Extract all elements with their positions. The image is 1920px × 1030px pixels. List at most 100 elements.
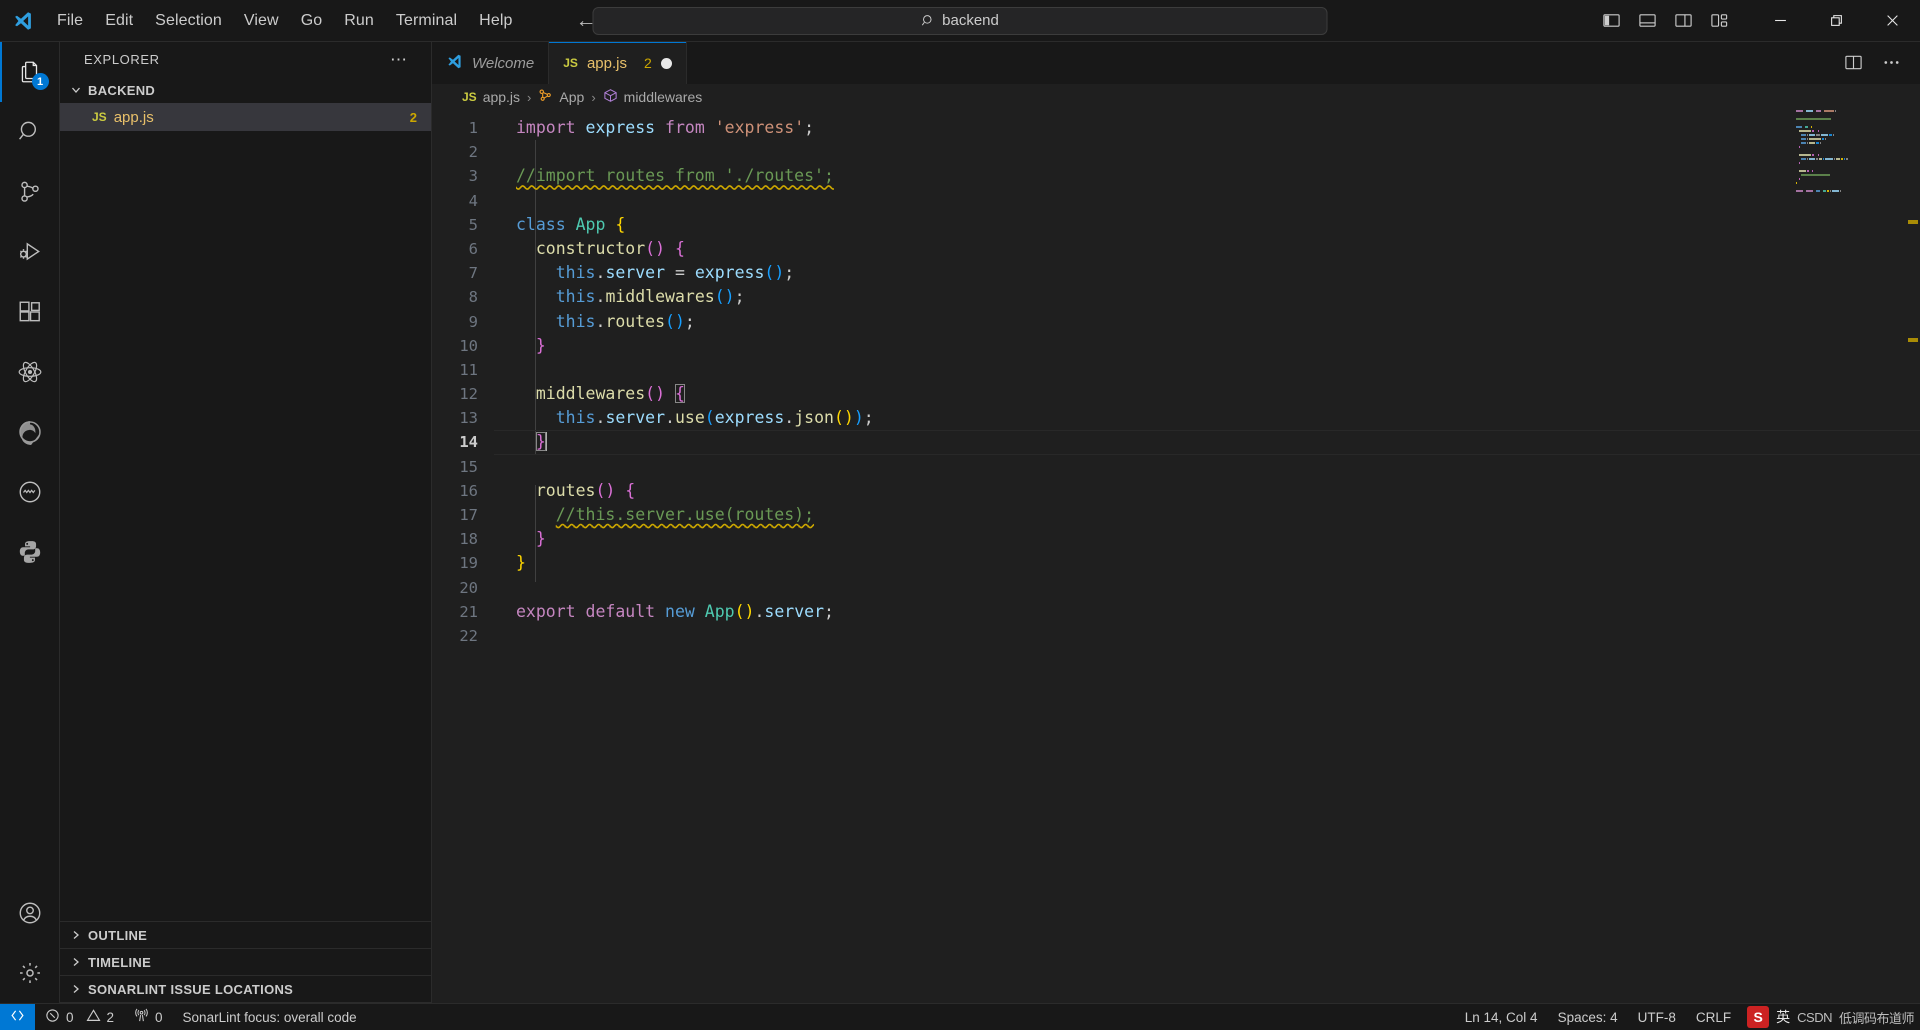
status-remote-indicator[interactable] bbox=[0, 1003, 35, 1030]
menu-edit[interactable]: Edit bbox=[94, 0, 144, 41]
menu-go[interactable]: Go bbox=[290, 0, 334, 41]
status-eol[interactable]: CRLF bbox=[1686, 1004, 1741, 1030]
folder-name: BACKEND bbox=[88, 82, 156, 98]
code-line[interactable] bbox=[494, 358, 1920, 382]
file-tree-item-app-js[interactable]: JS app.js 2 bbox=[60, 103, 431, 131]
more-actions-icon[interactable] bbox=[1882, 53, 1902, 73]
status-bar-right: Ln 14, Col 4 Spaces: 4 UTF-8 CRLF S 英 CS… bbox=[1455, 1004, 1920, 1030]
code-token: = bbox=[665, 263, 695, 283]
ime-badge-icon[interactable]: S bbox=[1747, 1006, 1770, 1028]
code-line[interactable]: import express from 'express'; bbox=[494, 116, 1920, 140]
code-line[interactable] bbox=[494, 455, 1920, 479]
menu-view[interactable]: View bbox=[233, 0, 290, 41]
code-token: } bbox=[516, 553, 526, 573]
code-line[interactable] bbox=[494, 576, 1920, 600]
code-line[interactable]: //import routes from './routes'; bbox=[494, 164, 1920, 188]
code-line[interactable]: //this.server.use(routes); bbox=[494, 503, 1920, 527]
activitybar-item-explorer[interactable]: 1 bbox=[0, 42, 60, 102]
code-line[interactable]: this.server.use(express.json()); bbox=[494, 406, 1920, 430]
breadcrumb-item-class[interactable]: App bbox=[538, 88, 584, 106]
code-line[interactable] bbox=[494, 624, 1920, 648]
code-line[interactable]: constructor() { bbox=[494, 237, 1920, 261]
activitybar-item-python[interactable] bbox=[0, 522, 60, 582]
status-ports[interactable]: 0 bbox=[124, 1004, 173, 1030]
status-indentation[interactable]: Spaces: 4 bbox=[1548, 1004, 1628, 1030]
sidebar-panel-sonarlint-issue-locations[interactable]: SONARLINT ISSUE LOCATIONS bbox=[60, 976, 431, 1003]
code-token: //this.server.use(routes); bbox=[555, 505, 815, 524]
code-editor[interactable]: 1 2 3 4 5 6 7 8 9 10 11 12 13 14 15 16 17 18 19 20 21 22 impo… bbox=[432, 110, 1920, 1003]
activitybar-item-accounts[interactable] bbox=[0, 883, 60, 943]
sidebar-bottom-panels: OUTLINE TIMELINE SONARLINT ISSUE LOCATIO… bbox=[60, 921, 431, 1003]
menu-run[interactable]: Run bbox=[333, 0, 385, 41]
window-right-controls bbox=[1602, 0, 1920, 41]
code-line[interactable] bbox=[494, 189, 1920, 213]
activitybar-item-search[interactable] bbox=[0, 102, 60, 162]
ime-extra: 低调码布道师 bbox=[1838, 1010, 1915, 1026]
folder-section-header[interactable]: BACKEND bbox=[60, 77, 431, 103]
close-icon[interactable] bbox=[1864, 0, 1920, 42]
code-line[interactable]: } bbox=[494, 527, 1920, 551]
breadcrumb-item-file[interactable]: JS app.js bbox=[462, 89, 520, 105]
code-line[interactable]: } bbox=[494, 430, 1920, 454]
ime-mode[interactable]: 英 bbox=[1776, 1007, 1790, 1027]
sidebar-panel-outline[interactable]: OUTLINE bbox=[60, 922, 431, 949]
activitybar-item-manage[interactable] bbox=[0, 943, 60, 1003]
ime-tools[interactable]: CSDN bbox=[1797, 1010, 1832, 1025]
activitybar-item-edge-tools[interactable] bbox=[0, 402, 60, 462]
menu-help[interactable]: Help bbox=[468, 0, 523, 41]
ellipsis-icon[interactable]: ⋯ bbox=[390, 50, 422, 70]
toggle-secondary-sidebar-icon[interactable] bbox=[1674, 11, 1694, 31]
code-line[interactable]: middlewares() { bbox=[494, 382, 1920, 406]
status-message[interactable]: SonarLint focus: overall code bbox=[173, 1004, 367, 1030]
line-number: 12 bbox=[459, 385, 478, 404]
toggle-panel-icon[interactable] bbox=[1638, 11, 1658, 31]
code-line[interactable]: this.server = express(); bbox=[494, 261, 1920, 285]
command-center-search[interactable]: backend bbox=[592, 6, 1328, 35]
code-token: () bbox=[645, 384, 666, 404]
code-line[interactable]: routes() { bbox=[494, 479, 1920, 503]
status-cursor-position[interactable]: Ln 14, Col 4 bbox=[1455, 1004, 1548, 1030]
code-line[interactable]: export default new App().server; bbox=[494, 600, 1920, 624]
code-token: ; bbox=[784, 263, 795, 283]
activitybar-item-run-and-debug[interactable] bbox=[0, 222, 60, 282]
split-editor-icon[interactable] bbox=[1844, 53, 1864, 73]
sidebar-panel-timeline[interactable]: TIMELINE bbox=[60, 949, 431, 976]
tab-dirty-indicator[interactable] bbox=[660, 57, 672, 69]
code-token: express bbox=[714, 408, 785, 428]
activitybar-item-sonarlint[interactable] bbox=[0, 462, 60, 522]
code-token: App bbox=[575, 214, 606, 234]
search-icon bbox=[921, 14, 935, 28]
code-line[interactable]: this.middlewares(); bbox=[494, 285, 1920, 309]
minimize-icon[interactable] bbox=[1752, 0, 1808, 42]
menu-selection[interactable]: Selection bbox=[144, 0, 233, 41]
activitybar-item-extensions[interactable] bbox=[0, 282, 60, 342]
status-encoding[interactable]: UTF-8 bbox=[1628, 1004, 1686, 1030]
code-line[interactable]: class App { bbox=[494, 213, 1920, 237]
code-line[interactable]: } bbox=[494, 334, 1920, 358]
activitybar-item-source-control[interactable] bbox=[0, 162, 60, 222]
code-line[interactable]: this.routes(); bbox=[494, 310, 1920, 334]
chevron-right-icon bbox=[68, 927, 84, 943]
tab-welcome[interactable]: Welcome bbox=[432, 42, 550, 84]
menu-file[interactable]: File bbox=[46, 0, 94, 41]
line-number: 18 bbox=[459, 530, 478, 549]
line-number: 16 bbox=[459, 481, 478, 500]
status-problems[interactable]: 0 2 bbox=[35, 1004, 124, 1030]
code-content[interactable]: import express from 'express'; //import … bbox=[494, 110, 1920, 1003]
toggle-primary-sidebar-icon[interactable] bbox=[1602, 11, 1622, 31]
code-token: ) bbox=[853, 408, 864, 428]
menu-terminal[interactable]: Terminal bbox=[385, 0, 468, 41]
code-token: () bbox=[665, 311, 685, 331]
code-token: routes bbox=[535, 480, 596, 500]
restore-icon[interactable] bbox=[1808, 0, 1864, 42]
tab-app-js[interactable]: JS app.js 2 bbox=[549, 42, 687, 84]
activitybar-item-react-devtools[interactable] bbox=[0, 342, 60, 402]
breadcrumb-item-method[interactable]: middlewares bbox=[603, 88, 702, 106]
chevron-right-icon bbox=[68, 954, 84, 970]
code-line[interactable] bbox=[494, 140, 1920, 164]
customize-layout-icon[interactable] bbox=[1710, 11, 1730, 31]
editor-scrollbar[interactable] bbox=[1906, 110, 1920, 1003]
code-line[interactable]: } bbox=[494, 551, 1920, 575]
